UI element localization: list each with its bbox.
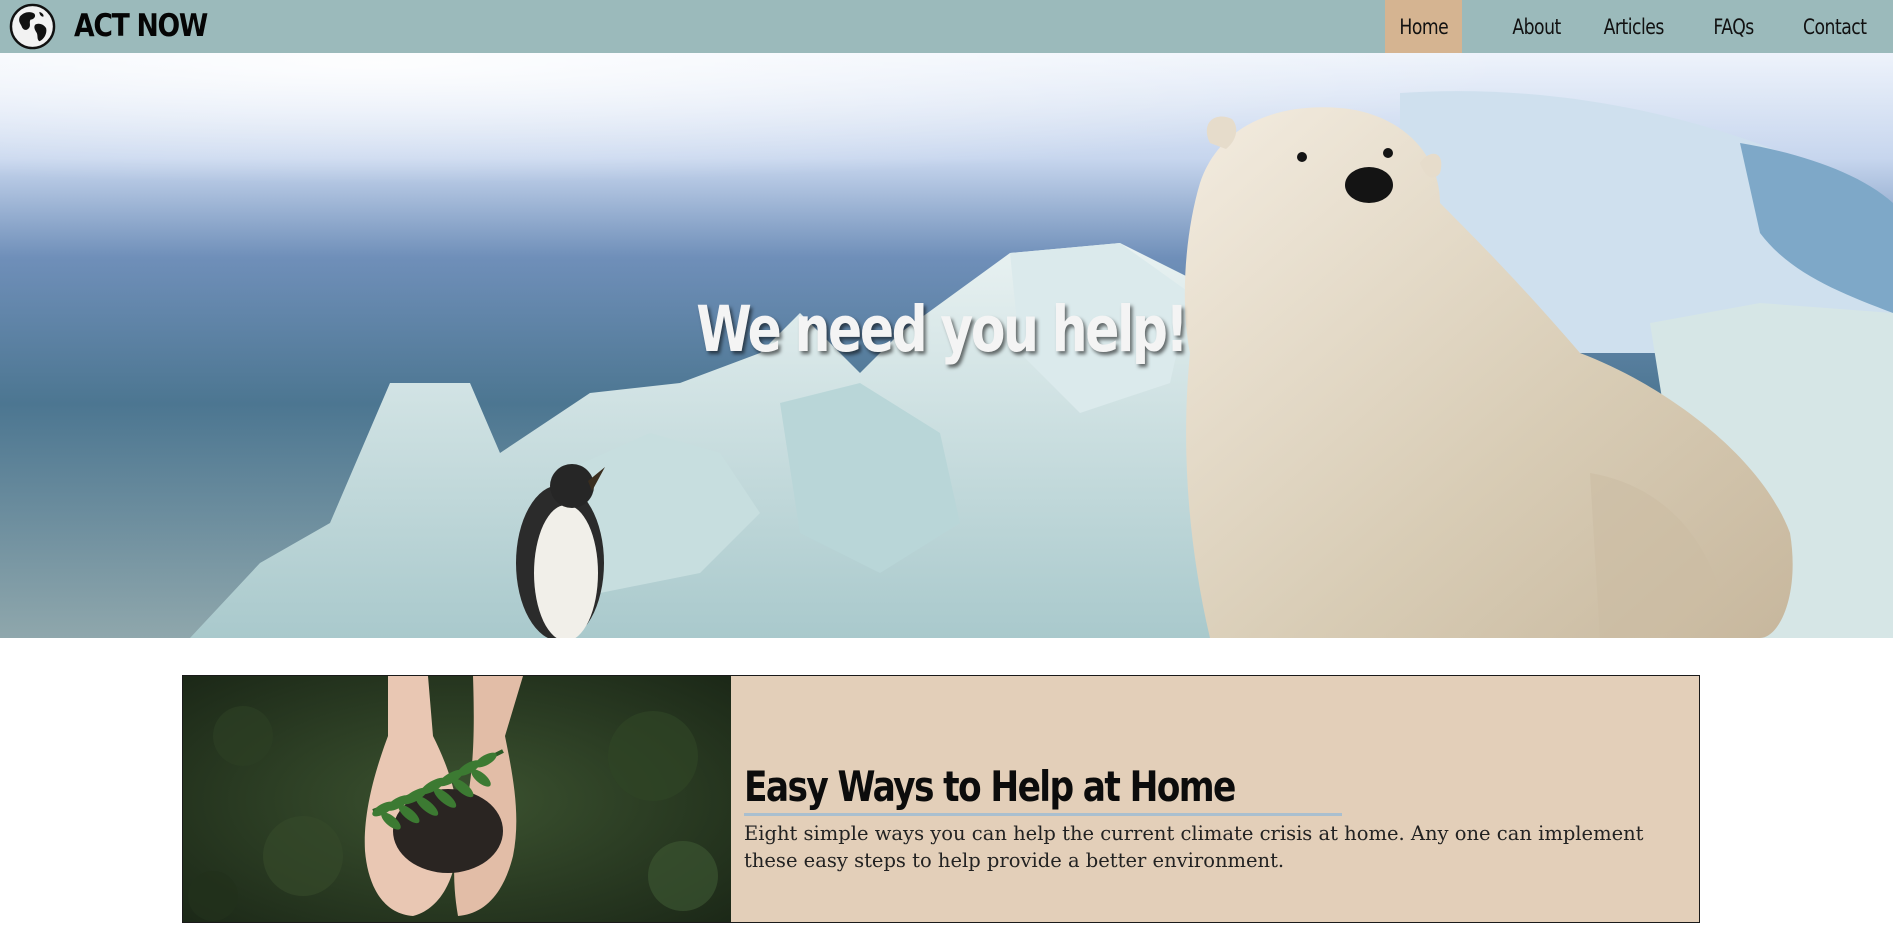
nav-home-label: Home — [1399, 14, 1448, 39]
card-body: Easy Ways to Help at Home Eight simple w… — [744, 761, 1674, 874]
nav-about-label: About — [1512, 14, 1561, 39]
nav-links: Home About Articles FAQs Contact — [1385, 0, 1893, 53]
card-title[interactable]: Easy Ways to Help at Home — [744, 761, 1343, 816]
card-title-text[interactable]: Easy Ways to Help at Home — [744, 761, 1236, 813]
nav-articles[interactable]: Articles — [1584, 0, 1684, 53]
nav-faqs[interactable]: FAQs — [1684, 0, 1784, 53]
brand[interactable]: ACT NOW — [9, 0, 229, 53]
nav-contact-label: Contact — [1803, 14, 1867, 39]
nav-home[interactable]: Home — [1385, 0, 1462, 53]
card-description: Eight simple ways you can help the curre… — [744, 822, 1644, 872]
navbar: ACT NOW Home About Articles FAQs Contact — [0, 0, 1893, 53]
hero-title: We need you help! — [0, 293, 1883, 366]
hero-title-text: We need you help! — [696, 293, 1189, 366]
hero-banner: We need you help! — [0, 53, 1893, 638]
card-image — [183, 676, 731, 922]
nav-faqs-label: FAQs — [1713, 14, 1755, 39]
brand-name[interactable]: ACT NOW — [74, 0, 208, 53]
nav-contact[interactable]: Contact — [1784, 0, 1886, 53]
article-card[interactable]: Easy Ways to Help at Home Eight simple w… — [182, 675, 1700, 923]
nav-about[interactable]: About — [1489, 0, 1584, 53]
nav-articles-label: Articles — [1603, 14, 1665, 39]
globe-icon[interactable] — [9, 3, 56, 50]
